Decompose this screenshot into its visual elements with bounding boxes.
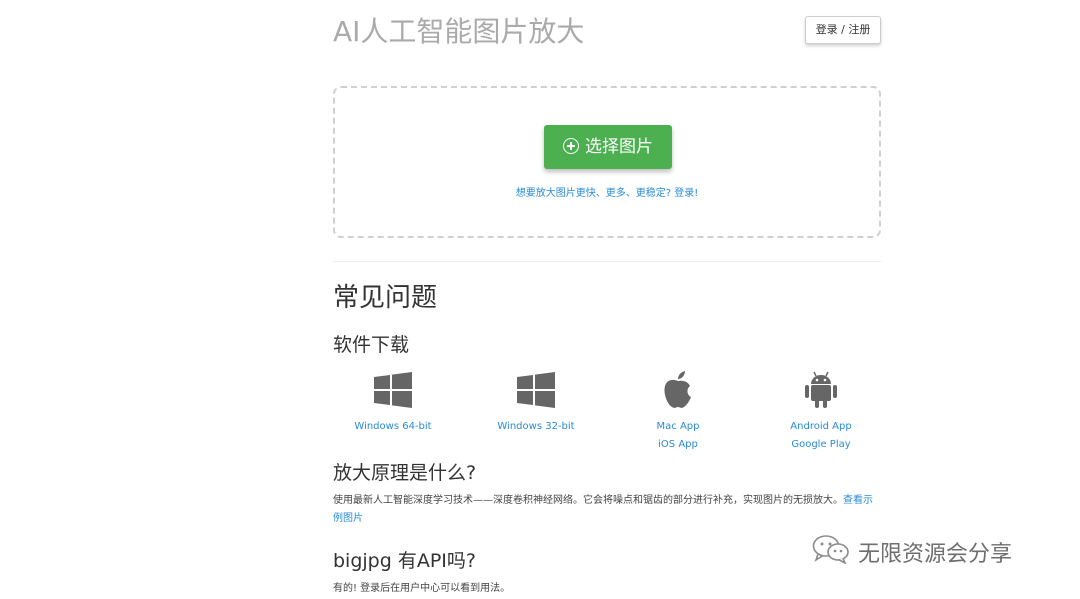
faq-question-principle: 放大原理是什么?: [333, 462, 477, 484]
download-windows-64: Windows 64-bit: [323, 370, 463, 436]
faq-title: 常见问题: [333, 283, 438, 313]
select-image-button[interactable]: 选择图片: [544, 125, 672, 169]
mac-app-link[interactable]: Mac App: [608, 418, 748, 436]
watermark-text: 无限资源会分享: [858, 542, 1013, 567]
download-title: 软件下载: [333, 334, 410, 356]
ios-app-link[interactable]: iOS App: [608, 436, 748, 454]
download-android: Android App Google Play: [751, 370, 891, 454]
android-app-link[interactable]: Android App: [751, 418, 891, 436]
divider: [333, 261, 881, 262]
login-register-button[interactable]: 登录 / 注册: [805, 16, 881, 44]
download-apple: Mac App iOS App: [608, 370, 748, 454]
upload-dropzone[interactable]: 选择图片 想要放大图片更快、更多、更稳定? 登录!: [333, 86, 881, 238]
windows-icon: [323, 370, 463, 410]
google-play-link[interactable]: Google Play: [751, 436, 891, 454]
faq-answer-principle: 使用最新人工智能深度学习技术——深度卷积神经网络。它会将噪点和锯齿的部分进行补充…: [333, 492, 881, 528]
page: AI人工智能图片放大 登录 / 注册 选择图片 想要放大图片更快、更多、更稳定?…: [0, 0, 1080, 599]
watermark: 无限资源会分享: [812, 535, 1012, 569]
faq-answer-text: 使用最新人工智能深度学习技术——深度卷积神经网络。它会将噪点和锯齿的部分进行补充…: [333, 495, 843, 506]
windows-64-link[interactable]: Windows 64-bit: [323, 418, 463, 436]
android-icon: [751, 370, 891, 410]
windows-32-link[interactable]: Windows 32-bit: [466, 418, 606, 436]
login-hint-link[interactable]: 想要放大图片更快、更多、更稳定? 登录!: [335, 184, 879, 199]
apple-icon: [608, 370, 748, 410]
download-windows-32: Windows 32-bit: [466, 370, 606, 436]
faq-question-api: bigjpg 有API吗?: [333, 550, 476, 572]
select-image-label: 选择图片: [585, 137, 653, 157]
windows-icon: [466, 370, 606, 410]
site-title: AI人工智能图片放大: [333, 15, 585, 48]
plus-circle-icon: [563, 138, 579, 154]
faq-answer-api: 有的! 登录后在用户中心可以看到用法。: [333, 583, 511, 594]
wechat-icon: [812, 534, 850, 570]
